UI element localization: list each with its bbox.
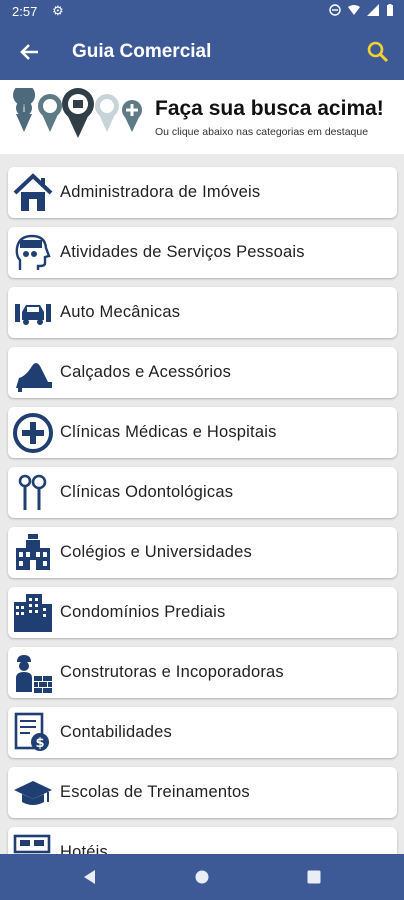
category-item-contabilidades[interactable]: $ Contabilidades <box>8 707 397 758</box>
category-label: Contabilidades <box>60 723 172 741</box>
category-item-construtoras-e-incoporadoras[interactable]: Construtoras e Incoporadoras <box>8 647 397 698</box>
house-icon <box>13 173 53 211</box>
hotel-icon <box>13 834 51 854</box>
nav-back-icon[interactable] <box>79 866 101 888</box>
buildings-icon <box>14 594 52 632</box>
settings-gear-icon: ⚙ <box>52 3 64 18</box>
banner-subtitle: Ou clique abaixo nas categorias em desta… <box>155 126 369 138</box>
category-item-escolas-de-treinamentos[interactable]: Escolas de Treinamentos <box>8 767 397 818</box>
system-navigation-bar <box>0 854 404 900</box>
category-label: Clínicas Odontológicas <box>60 483 234 501</box>
app-bar: Guia Comercial <box>0 24 404 80</box>
category-label: Colégios e Universidades <box>60 543 252 561</box>
category-label: Construtoras e Incoporadoras <box>60 663 284 681</box>
map-pins-illustration-icon: i <box>13 88 142 138</box>
dental-tools-icon <box>18 474 47 510</box>
category-item-atividades-de-servicos-pessoais[interactable]: Atividades de Serviços Pessoais <box>8 227 397 278</box>
university-icon <box>16 534 50 570</box>
graduation-cap-icon <box>14 781 52 805</box>
status-time: 2:57 <box>12 4 38 19</box>
status-bar: 2:57 ⚙ <box>0 0 404 24</box>
category-item-auto-mecanicas[interactable]: Auto Mecânicas <box>8 287 397 338</box>
battery-icon <box>387 4 393 16</box>
wifi-icon <box>348 5 360 15</box>
signal-icon <box>367 4 379 16</box>
nav-home-icon[interactable] <box>191 866 213 888</box>
category-item-clinicas-odontologicas[interactable]: Clínicas Odontológicas <box>8 467 397 518</box>
category-label: Hotéis <box>60 843 108 854</box>
category-label: Condomínios Prediais <box>60 603 226 621</box>
accounting-icon: $ <box>14 712 49 751</box>
nav-recents-icon[interactable] <box>303 866 325 888</box>
category-label: Administradora de Imóveis <box>60 183 261 201</box>
banner-headline: Faça sua busca acima! <box>155 97 384 120</box>
page-title: Guia Comercial <box>72 41 212 62</box>
search-icon[interactable] <box>364 38 392 66</box>
category-item-colegios-e-universidades[interactable]: Colégios e Universidades <box>8 527 397 578</box>
category-label: Auto Mecânicas <box>60 303 181 321</box>
category-list: Administradora de Imóveis Atividades de … <box>0 154 404 854</box>
category-item-condominios-prediais[interactable]: Condomínios Prediais <box>8 587 397 638</box>
high-heel-icon <box>16 363 52 392</box>
category-label: Clínicas Médicas e Hospitais <box>60 423 277 441</box>
category-item-hoteis[interactable]: Hotéis <box>8 827 397 854</box>
search-hint-banner: i Faça sua busca acima! Ou clique abaixo… <box>0 80 404 154</box>
car-mechanic-icon <box>15 304 51 325</box>
back-arrow-icon[interactable] <box>16 38 44 66</box>
category-label: Calçados e Acessórios <box>60 363 232 381</box>
medical-cross-icon <box>13 413 53 453</box>
category-item-calcados-e-acessorios[interactable]: Calçados e Acessórios <box>8 347 397 398</box>
category-label: Atividades de Serviços Pessoais <box>60 243 305 261</box>
head-gears-icon <box>15 234 51 270</box>
category-item-administradora-de-imoveis[interactable]: Administradora de Imóveis <box>8 167 397 218</box>
svg-text:i: i <box>23 104 26 115</box>
builder-icon <box>16 655 52 693</box>
category-item-clinicas-medicas-e-hospitais[interactable]: Clínicas Médicas e Hospitais <box>8 407 397 458</box>
svg-text:$: $ <box>35 736 44 751</box>
category-label: Escolas de Treinamentos <box>60 783 250 801</box>
do-not-disturb-icon <box>329 4 341 16</box>
